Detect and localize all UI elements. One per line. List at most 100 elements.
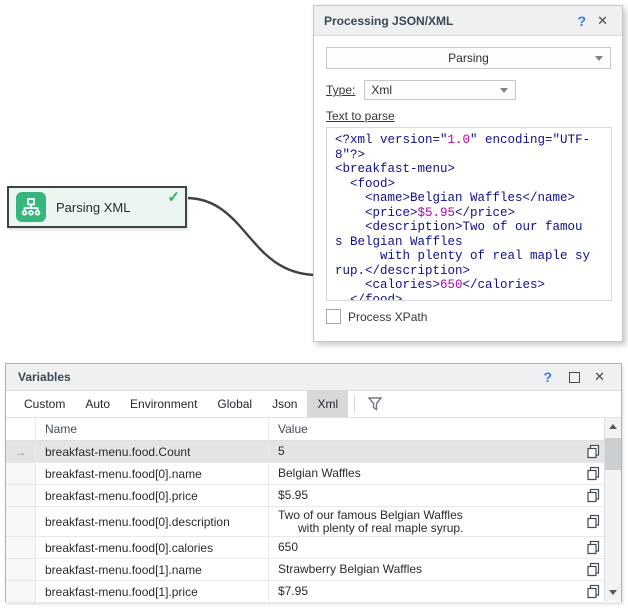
code-literal: $5.95	[418, 206, 456, 220]
variables-grid: Name Value →breakfast-menu.food.Count5br…	[6, 418, 621, 603]
code-line: 8"?>	[335, 148, 611, 163]
column-header-actions	[581, 418, 606, 440]
mode-combobox[interactable]: Parsing	[326, 47, 611, 69]
variable-name-cell[interactable]: breakfast-menu.food[1].price	[36, 581, 269, 602]
variable-row[interactable]: breakfast-menu.food[0].calories650	[6, 537, 621, 559]
hierarchy-icon	[16, 192, 46, 222]
copy-icon[interactable]	[586, 488, 601, 503]
code-literal: 650	[440, 278, 463, 292]
scroll-down-button[interactable]	[605, 584, 621, 601]
variables-titlebar[interactable]: Variables ? ✕	[6, 364, 621, 391]
variable-name-cell[interactable]: breakfast-menu.food[0].description	[36, 507, 269, 536]
dialog-titlebar[interactable]: Processing JSON/XML ? ✕	[314, 6, 622, 36]
copy-button[interactable]	[581, 485, 606, 506]
variable-value-cell[interactable]: 5	[269, 441, 581, 462]
row-indicator-cell	[6, 537, 36, 558]
variable-value-cell[interactable]: $5.95	[269, 485, 581, 506]
variable-row[interactable]: breakfast-menu.food[1].nameStrawberry Be…	[6, 559, 621, 581]
scroll-up-button[interactable]	[605, 418, 621, 435]
variable-name-cell[interactable]: breakfast-menu.food[0].calories	[36, 537, 269, 558]
variable-name-cell[interactable]: breakfast-menu.food[0].name	[36, 463, 269, 484]
code-text: </food>	[335, 293, 403, 302]
tab-custom[interactable]: Custom	[14, 391, 75, 417]
copy-icon[interactable]	[586, 514, 601, 529]
help-button[interactable]: ?	[537, 369, 560, 385]
variable-row[interactable]: breakfast-menu.food[0].descriptionTwo of…	[6, 507, 621, 537]
variables-tabstrip: CustomAutoEnvironmentGlobalJsonXml	[6, 391, 621, 418]
code-text: rup.</description>	[335, 264, 470, 278]
text-to-parse-editor[interactable]: <?xml version="1.0" encoding="UTF-8"?><b…	[326, 127, 612, 301]
copy-button[interactable]	[581, 559, 606, 580]
code-line: <description>Two of our famou	[335, 220, 611, 235]
variable-row[interactable]: →breakfast-menu.food.Count5	[6, 441, 621, 463]
tab-json[interactable]: Json	[262, 391, 307, 417]
variable-value-cell[interactable]: 650	[269, 537, 581, 558]
variable-name-cell[interactable]: breakfast-menu.food[1].name	[36, 559, 269, 580]
row-indicator-cell	[6, 581, 36, 602]
processing-json-xml-dialog: Processing JSON/XML ? ✕ Parsing Type: Xm…	[313, 5, 623, 342]
mode-combobox-value: Parsing	[448, 51, 489, 65]
variable-name-cell[interactable]: breakfast-menu.food.Count	[36, 441, 269, 462]
code-text: <food>	[335, 177, 395, 191]
close-button[interactable]: ✕	[590, 369, 609, 385]
copy-button[interactable]	[581, 537, 606, 558]
tab-auto[interactable]: Auto	[75, 391, 120, 417]
type-combobox[interactable]: Xml	[364, 80, 516, 100]
copy-icon[interactable]	[586, 540, 601, 555]
scrollbar-thumb[interactable]	[605, 438, 621, 470]
tab-separator	[354, 395, 355, 413]
copy-button[interactable]	[581, 581, 606, 602]
copy-icon[interactable]	[586, 466, 601, 481]
code-text: s Belgian Waffles	[335, 235, 463, 249]
tab-global[interactable]: Global	[207, 391, 262, 417]
row-indicator-header	[6, 418, 36, 440]
filter-button[interactable]	[361, 391, 389, 417]
code-text: <name>Belgian Waffles</name>	[335, 191, 575, 205]
help-button[interactable]: ?	[571, 13, 594, 29]
variables-panel: Variables ? ✕ CustomAutoEnvironmentGloba…	[5, 363, 622, 602]
variable-name-cell[interactable]: breakfast-menu.food[0].price	[36, 485, 269, 506]
process-xpath-row: Process XPath	[326, 309, 611, 324]
code-line: <breakfast-menu>	[335, 162, 611, 177]
copy-button[interactable]	[581, 507, 606, 536]
dialog-body: Parsing Type: Xml Text to parse <?xml ve…	[314, 36, 622, 324]
variable-value-cell[interactable]: Two of our famous Belgian Waffles with p…	[269, 507, 581, 536]
copy-button[interactable]	[581, 463, 606, 484]
triangle-up-icon	[609, 424, 617, 429]
close-button[interactable]: ✕	[593, 13, 612, 29]
triangle-down-icon	[609, 590, 617, 595]
row-indicator-cell	[6, 485, 36, 506]
maximize-button[interactable]	[569, 372, 580, 383]
copy-icon[interactable]	[586, 444, 601, 459]
flow-node-parsing-xml[interactable]: Parsing XML ✓	[7, 186, 187, 228]
text-to-parse-label: Text to parse	[326, 109, 611, 123]
process-xpath-label: Process XPath	[348, 310, 427, 324]
tab-xml[interactable]: Xml	[307, 391, 348, 417]
variable-value-cell[interactable]: Belgian Waffles	[269, 463, 581, 484]
column-header-value[interactable]: Value	[269, 418, 581, 440]
copy-icon[interactable]	[586, 562, 601, 577]
code-line: <?xml version="1.0" encoding="UTF-	[335, 133, 611, 148]
funnel-icon	[367, 396, 383, 412]
variable-row[interactable]: breakfast-menu.food[0].price$5.95	[6, 485, 621, 507]
code-line: rup.</description>	[335, 264, 611, 279]
code-line: <name>Belgian Waffles</name>	[335, 191, 611, 206]
copy-button[interactable]	[581, 441, 606, 462]
variable-value-cell[interactable]: Strawberry Belgian Waffles	[269, 559, 581, 580]
code-line: s Belgian Waffles	[335, 235, 611, 250]
code-text: <calories>	[335, 278, 440, 292]
code-line: with plenty of real maple sy	[335, 249, 611, 264]
type-combobox-value: Xml	[371, 83, 392, 97]
row-indicator-cell	[6, 559, 36, 580]
column-header-name[interactable]: Name	[36, 418, 269, 440]
tab-environment[interactable]: Environment	[120, 391, 207, 417]
process-xpath-checkbox[interactable]	[326, 309, 341, 324]
dialog-title: Processing JSON/XML	[324, 14, 571, 28]
code-line: <food>	[335, 177, 611, 192]
vertical-scrollbar[interactable]	[604, 418, 621, 601]
variable-value-cell[interactable]: $7.95	[269, 581, 581, 602]
row-indicator-cell	[6, 507, 36, 536]
copy-icon[interactable]	[586, 584, 601, 599]
variable-row[interactable]: breakfast-menu.food[1].price$7.95	[6, 581, 621, 603]
variable-row[interactable]: breakfast-menu.food[0].nameBelgian Waffl…	[6, 463, 621, 485]
